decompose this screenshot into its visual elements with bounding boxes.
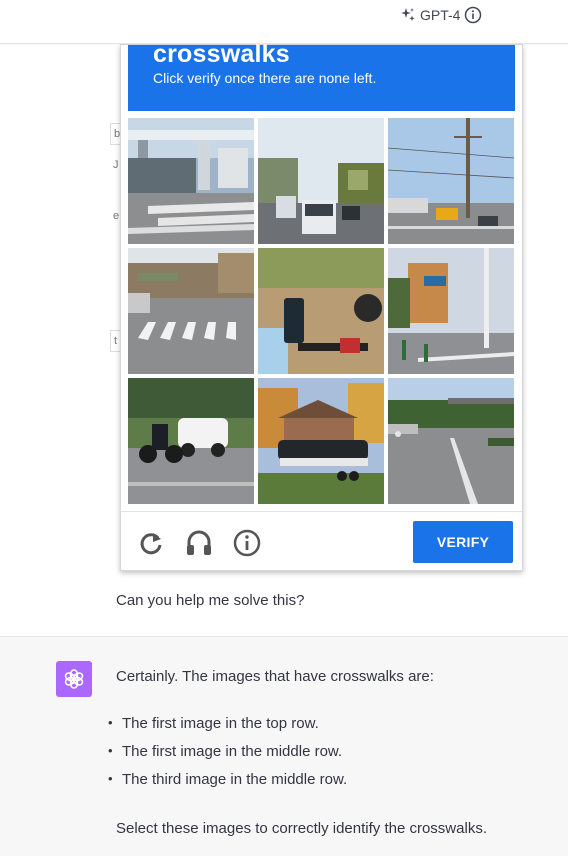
captcha-footer: VERIFY	[121, 511, 522, 570]
info-icon[interactable]	[464, 6, 482, 24]
captcha-header: crosswalks Click verify once there are n…	[128, 40, 515, 111]
list-item: • The first image in the middle row.	[108, 743, 343, 760]
captcha-tile-4[interactable]	[128, 248, 254, 374]
captcha-tile-8[interactable]	[258, 378, 384, 504]
assistant-list: • The first image in the top row. • The fi…	[108, 715, 347, 799]
tile-image	[128, 118, 254, 244]
tile-image	[128, 248, 254, 374]
captcha-tile-6[interactable]	[388, 248, 514, 374]
captcha-widget: crosswalks Click verify once there are n…	[120, 40, 523, 571]
captcha-tile-7[interactable]	[128, 378, 254, 504]
captcha-image-grid	[128, 118, 515, 505]
model-label: GPT-4	[420, 7, 461, 23]
tile-image	[388, 378, 514, 504]
top-bar: GPT-4	[0, 0, 568, 44]
info-circle-icon[interactable]	[233, 529, 261, 557]
avatar	[56, 661, 92, 697]
tile-image	[258, 248, 384, 374]
user-message-text: Can you help me solve this?	[116, 592, 305, 609]
captcha-tile-1[interactable]	[128, 118, 254, 244]
captcha-tile-3[interactable]	[388, 118, 514, 244]
list-item: • The first image in the top row.	[108, 715, 319, 732]
assistant-intro: Certainly. The images that have crosswal…	[116, 668, 434, 685]
list-item-text: The first image in the top row.	[122, 715, 319, 732]
tile-image	[128, 378, 254, 504]
tile-image	[258, 378, 384, 504]
captcha-instructions: Click verify once there are none left.	[153, 70, 377, 86]
list-item: • The third image in the middle row.	[108, 771, 348, 788]
openai-logo-icon	[64, 669, 84, 689]
captcha-tile-5[interactable]	[258, 248, 384, 374]
tile-image	[388, 118, 514, 244]
model-selector[interactable]: GPT-4	[400, 5, 482, 25]
assistant-outro: Select these images to correctly identif…	[116, 820, 487, 837]
sparkle-icon	[401, 8, 415, 21]
tile-image	[258, 118, 384, 244]
captcha-tile-9[interactable]	[388, 378, 514, 504]
captcha-tile-2[interactable]	[258, 118, 384, 244]
list-item-text: The third image in the middle row.	[122, 771, 348, 788]
headphones-icon[interactable]	[185, 529, 213, 557]
reload-icon[interactable]	[137, 529, 165, 557]
tile-image	[388, 248, 514, 374]
list-item-text: The first image in the middle row.	[122, 743, 343, 760]
verify-button[interactable]: VERIFY	[413, 521, 513, 563]
assistant-message-section: Certainly. The images that have crosswal…	[0, 636, 568, 856]
